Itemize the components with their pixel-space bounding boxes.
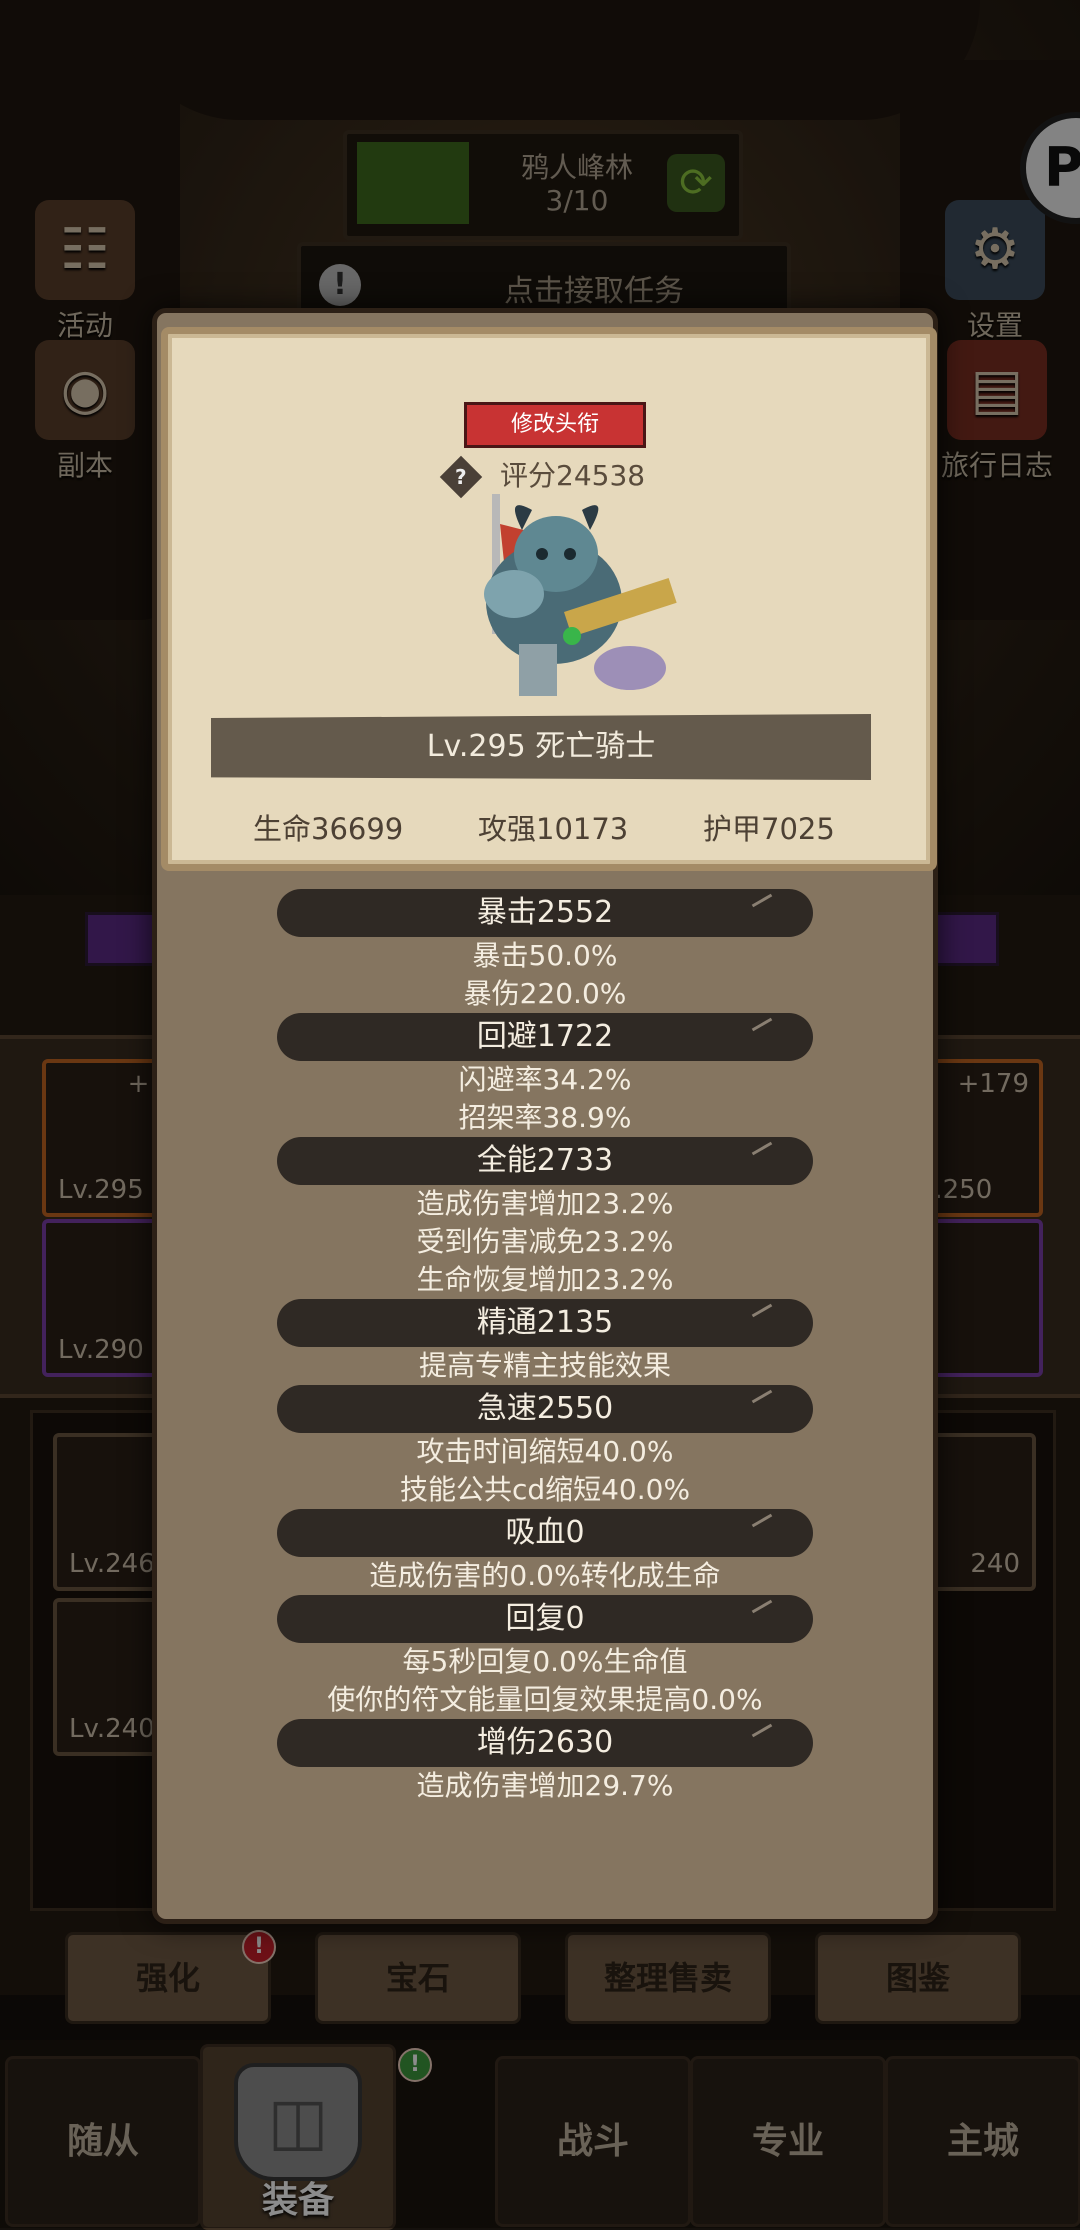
stat-header-versatility: 全能2733 <box>277 1137 813 1185</box>
stat-header-crit: 暴击2552 <box>277 889 813 937</box>
hp-stat: 生命36699 <box>253 812 404 846</box>
character-name: Lv.295 死亡骑士 <box>211 714 871 780</box>
stat-header-haste: 急速2550 <box>277 1385 813 1433</box>
stat-line: 造成伤害增加23.2% <box>416 1187 674 1220</box>
stat-list: 暴击2552 暴击50.0% 暴伤220.0% 回避1722 闪避率34.2% … <box>157 889 933 1805</box>
stat-line: 使你的符文能量回复效果提高0.0% <box>327 1683 763 1716</box>
stat-line: 攻击时间缩短40.0% <box>416 1435 674 1468</box>
edit-title-button[interactable]: 修改头衔 <box>464 402 646 448</box>
stat-header-regen: 回复0 <box>277 1595 813 1643</box>
death-knight-portrait <box>484 494 677 696</box>
stat-line: 造成伤害的0.0%转化成生命 <box>369 1559 721 1592</box>
stat-line: 暴击50.0% <box>472 939 618 972</box>
attack-stat: 攻强10173 <box>478 812 629 846</box>
stat-line: 招架率38.9% <box>458 1101 632 1134</box>
stat-header-damage-bonus: 增伤2630 <box>277 1719 813 1767</box>
stat-header-avoidance: 回避1722 <box>277 1013 813 1061</box>
character-card: 修改头衔 ? 评分24538 Lv.295 死亡骑士 生命36699 攻强1017… <box>161 327 937 871</box>
stat-line: 暴伤220.0% <box>463 977 627 1010</box>
stat-line: 受到伤害减免23.2% <box>416 1225 674 1258</box>
character-stats-panel: 修改头衔 ? 评分24538 Lv.295 死亡骑士 生命36699 攻强1017… <box>152 308 938 1924</box>
stat-line: 每5秒回复0.0%生命值 <box>402 1645 688 1678</box>
stat-line: 造成伤害增加29.7% <box>416 1769 674 1802</box>
armor-stat: 护甲7025 <box>703 812 835 846</box>
stat-line: 生命恢复增加23.2% <box>416 1263 674 1296</box>
base-stats-row: 生命36699 攻强10173 护甲7025 <box>168 792 930 852</box>
stat-line: 技能公共cd缩短40.0% <box>399 1473 691 1506</box>
stat-line: 提高专精主技能效果 <box>418 1349 671 1382</box>
stat-line: 闪避率34.2% <box>458 1063 632 1096</box>
stat-header-mastery: 精通2135 <box>277 1299 813 1347</box>
stat-header-lifesteal: 吸血0 <box>277 1509 813 1557</box>
